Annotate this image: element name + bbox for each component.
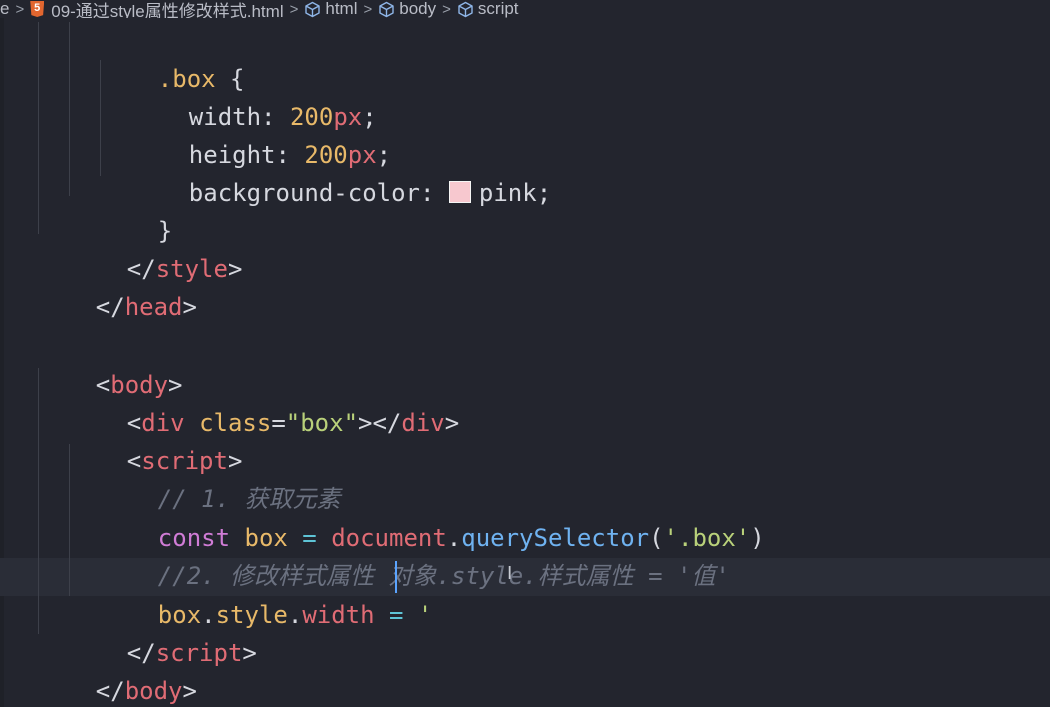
- code-line[interactable]: </script>: [69, 596, 257, 667]
- code-line[interactable]: const box = document.querySelector('.box…: [100, 481, 765, 552]
- breadcrumb: e > 5 09-通过style属性修改样式.html > html > bod…: [0, 0, 1050, 18]
- html-tag-name: div: [401, 409, 445, 437]
- code-line[interactable]: .box {: [100, 22, 245, 93]
- code-punctuation: >: [242, 639, 257, 667]
- breadcrumb-label: e: [0, 0, 10, 18]
- breadcrumb-item-root[interactable]: e: [0, 0, 9, 18]
- code-punctuation: ;: [536, 179, 552, 207]
- code-line[interactable]: <script>: [69, 404, 243, 475]
- chevron-right-icon: >: [363, 0, 373, 18]
- code-punctuation: >: [227, 255, 243, 283]
- breadcrumb-item-html[interactable]: html: [304, 0, 358, 18]
- js-property: width: [302, 601, 375, 629]
- css-property: background-color: [188, 179, 420, 207]
- html-attribute-value: "box": [285, 409, 359, 437]
- code-punctuation: >: [444, 409, 460, 437]
- cube-icon: [304, 1, 321, 18]
- breadcrumb-label: html: [325, 0, 358, 18]
- html-tag-name: body: [124, 677, 183, 705]
- chevron-right-icon: >: [289, 0, 299, 18]
- code-line[interactable]: </head>: [38, 250, 197, 321]
- chevron-right-icon: >: [15, 0, 25, 18]
- html5-icon: 5: [30, 1, 45, 17]
- code-line[interactable]: </body>: [38, 634, 197, 705]
- breadcrumb-label: script: [477, 0, 519, 18]
- code-line[interactable]: //2. 修改样式属性 对象.style.样式属性 = '值': [100, 519, 730, 590]
- code-line[interactable]: <body>: [38, 328, 183, 399]
- css-value: pink: [478, 179, 537, 207]
- chevron-right-icon: >: [442, 0, 451, 18]
- code-line[interactable]: background-color: pink;: [131, 136, 551, 207]
- code-punctuation: ></: [358, 409, 402, 437]
- code-line[interactable]: height: 200px;: [131, 98, 391, 169]
- html-tag-name: head: [124, 293, 183, 321]
- indent-guide: [69, 22, 70, 196]
- breadcrumb-item-script[interactable]: script: [457, 0, 519, 18]
- code-punctuation: >: [182, 293, 197, 321]
- code-line[interactable]: }: [100, 174, 172, 245]
- text-caret: [395, 561, 397, 593]
- code-punctuation: </: [95, 293, 125, 321]
- js-operator: =: [374, 601, 418, 629]
- editor-gutter-edge: [0, 18, 4, 707]
- indent-guide: [38, 22, 39, 234]
- code-line[interactable]: <div class="box"></div>: [69, 366, 459, 437]
- code-punctuation: .: [287, 601, 303, 629]
- breadcrumb-item-file[interactable]: 5 09-通过style属性修改样式.html: [30, 0, 284, 19]
- breadcrumb-item-body[interactable]: body: [378, 0, 436, 18]
- code-line-active[interactable]: box.style.width = ': [100, 558, 433, 629]
- cube-icon: [378, 1, 395, 18]
- cube-icon: [457, 1, 474, 18]
- code-punctuation: :: [419, 179, 449, 207]
- code-punctuation: </: [95, 677, 125, 705]
- breadcrumb-label: 09-通过style属性修改样式.html: [51, 1, 284, 19]
- code-line[interactable]: </style>: [69, 212, 243, 283]
- breadcrumb-label: body: [399, 0, 437, 18]
- code-line[interactable]: // 1. 获取元素: [100, 442, 341, 513]
- js-string: ': [417, 601, 433, 629]
- code-editor[interactable]: e > 5 09-通过style属性修改样式.html > html > bod…: [0, 0, 1050, 707]
- code-punctuation: =: [271, 409, 286, 437]
- color-swatch[interactable]: [448, 181, 471, 203]
- code-punctuation: >: [182, 677, 197, 705]
- code-line[interactable]: width: 200px;: [131, 60, 377, 131]
- ibeam-cursor-icon: I: [507, 563, 513, 584]
- code-punctuation: ): [750, 524, 765, 552]
